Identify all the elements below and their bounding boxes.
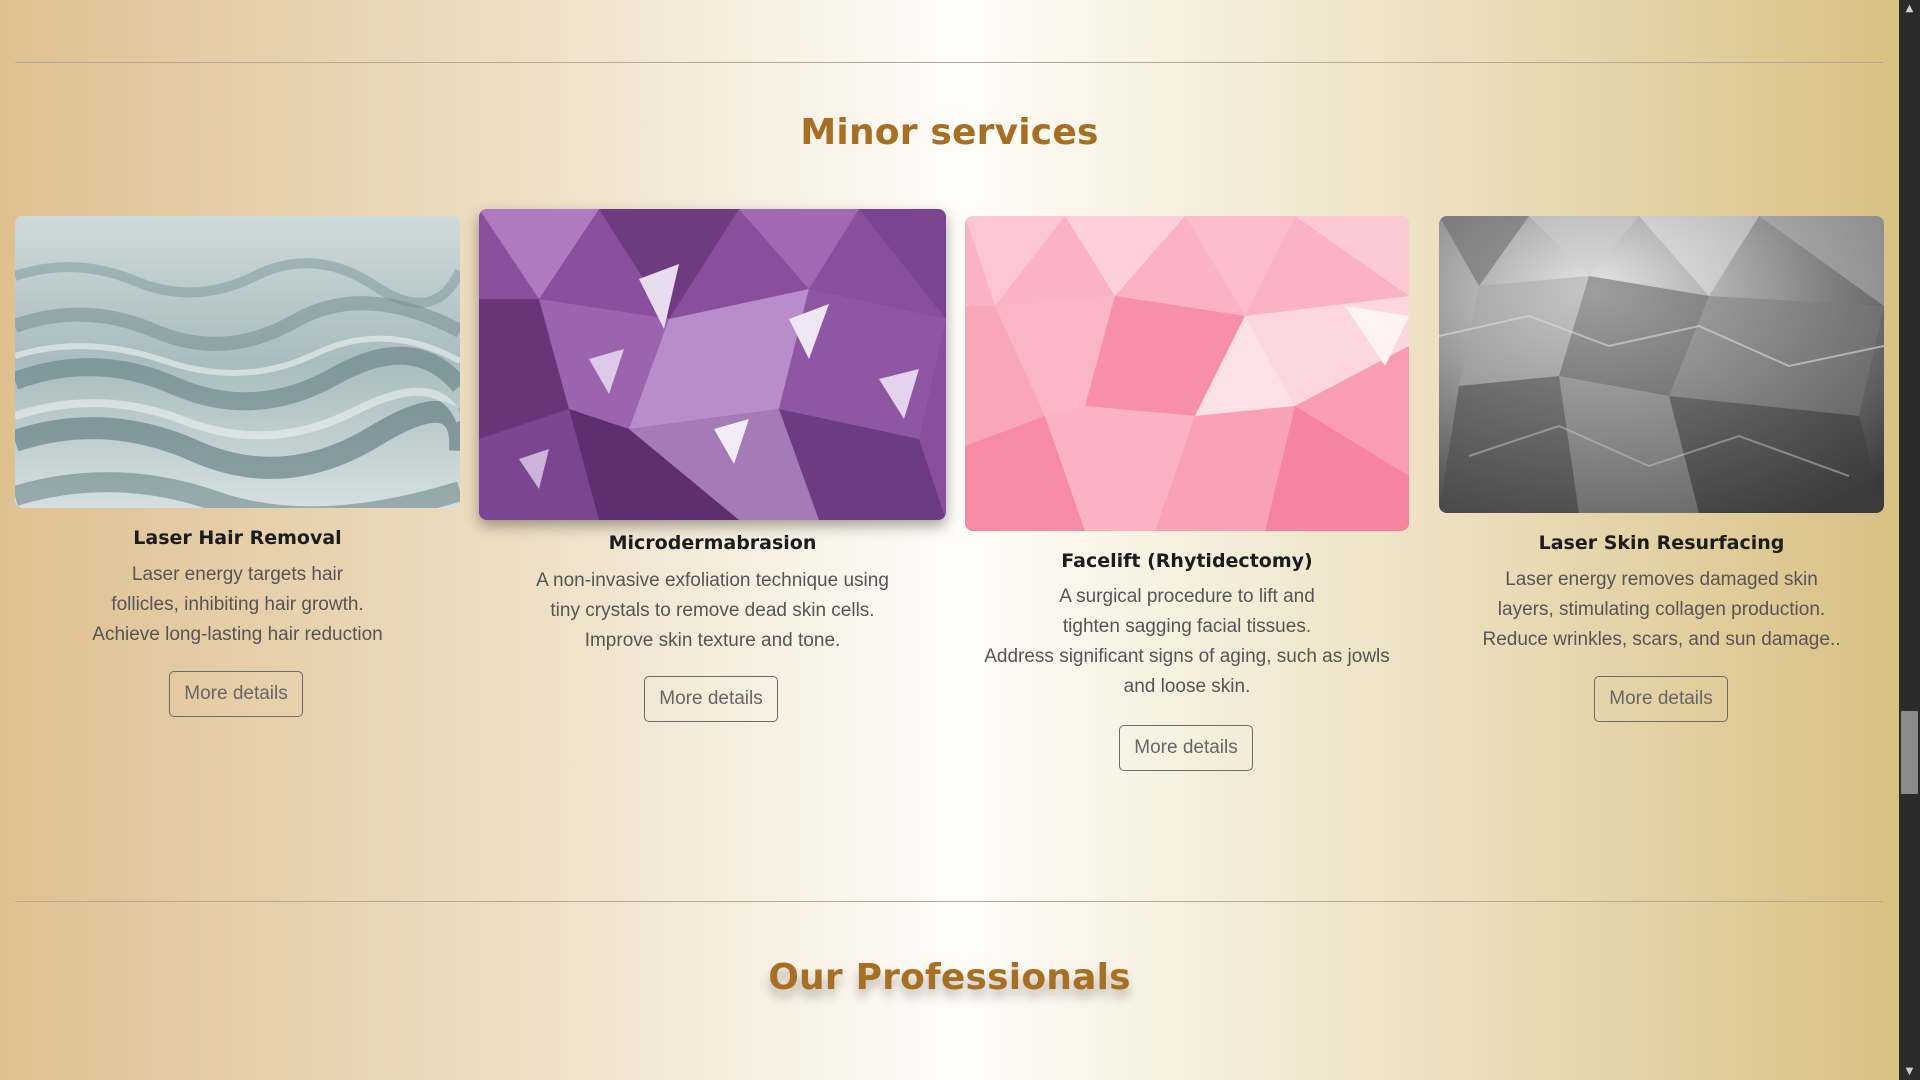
service-name: Microdermabrasion: [608, 532, 817, 554]
page: Minor services Laser Hair Removal Laser …: [0, 0, 1899, 1080]
section-divider: [15, 901, 1883, 902]
service-description: A surgical procedure to lift and tighten…: [984, 586, 1390, 697]
amethyst-crystals-image: [479, 209, 946, 520]
section-title-our-professionals: Our Professionals: [768, 957, 1131, 998]
vertical-scrollbar[interactable]: ▲ ▼: [1899, 0, 1920, 1080]
more-details-button[interactable]: More details: [1594, 676, 1728, 722]
scroll-down-arrow-icon[interactable]: ▼: [1899, 1063, 1920, 1080]
more-details-button[interactable]: More details: [1119, 725, 1253, 771]
service-name: Facelift (Rhytidectomy): [1061, 550, 1313, 572]
service-description: Laser energy removes damaged skin layers…: [1482, 569, 1841, 650]
service-description: Laser energy targets hair follicles, inh…: [92, 564, 383, 645]
more-details-button[interactable]: More details: [644, 676, 778, 722]
sand-dunes-image: [15, 216, 460, 508]
section-title-minor-services: Minor services: [800, 112, 1099, 153]
service-card-laser-skin-resurfacing: Laser Skin Resurfacing Laser energy remo…: [1439, 216, 1884, 736]
crumpled-paper-image: [1439, 216, 1884, 513]
scroll-up-arrow-icon[interactable]: ▲: [1899, 0, 1920, 17]
service-description: A non-invasive exfoliation technique usi…: [536, 570, 889, 651]
pink-polygon-image: [965, 216, 1409, 531]
service-card-microdermabrasion: Microdermabrasion A non-invasive exfolia…: [479, 209, 946, 729]
section-divider: [15, 62, 1883, 63]
service-name: Laser Skin Resurfacing: [1538, 532, 1785, 554]
scroll-thumb[interactable]: [1901, 711, 1918, 794]
service-name: Laser Hair Removal: [133, 527, 342, 549]
service-card-facelift: Facelift (Rhytidectomy) A surgical proce…: [965, 216, 1409, 776]
more-details-button[interactable]: More details: [169, 671, 303, 717]
service-card-laser-hair-removal: Laser Hair Removal Laser energy targets …: [15, 216, 460, 736]
